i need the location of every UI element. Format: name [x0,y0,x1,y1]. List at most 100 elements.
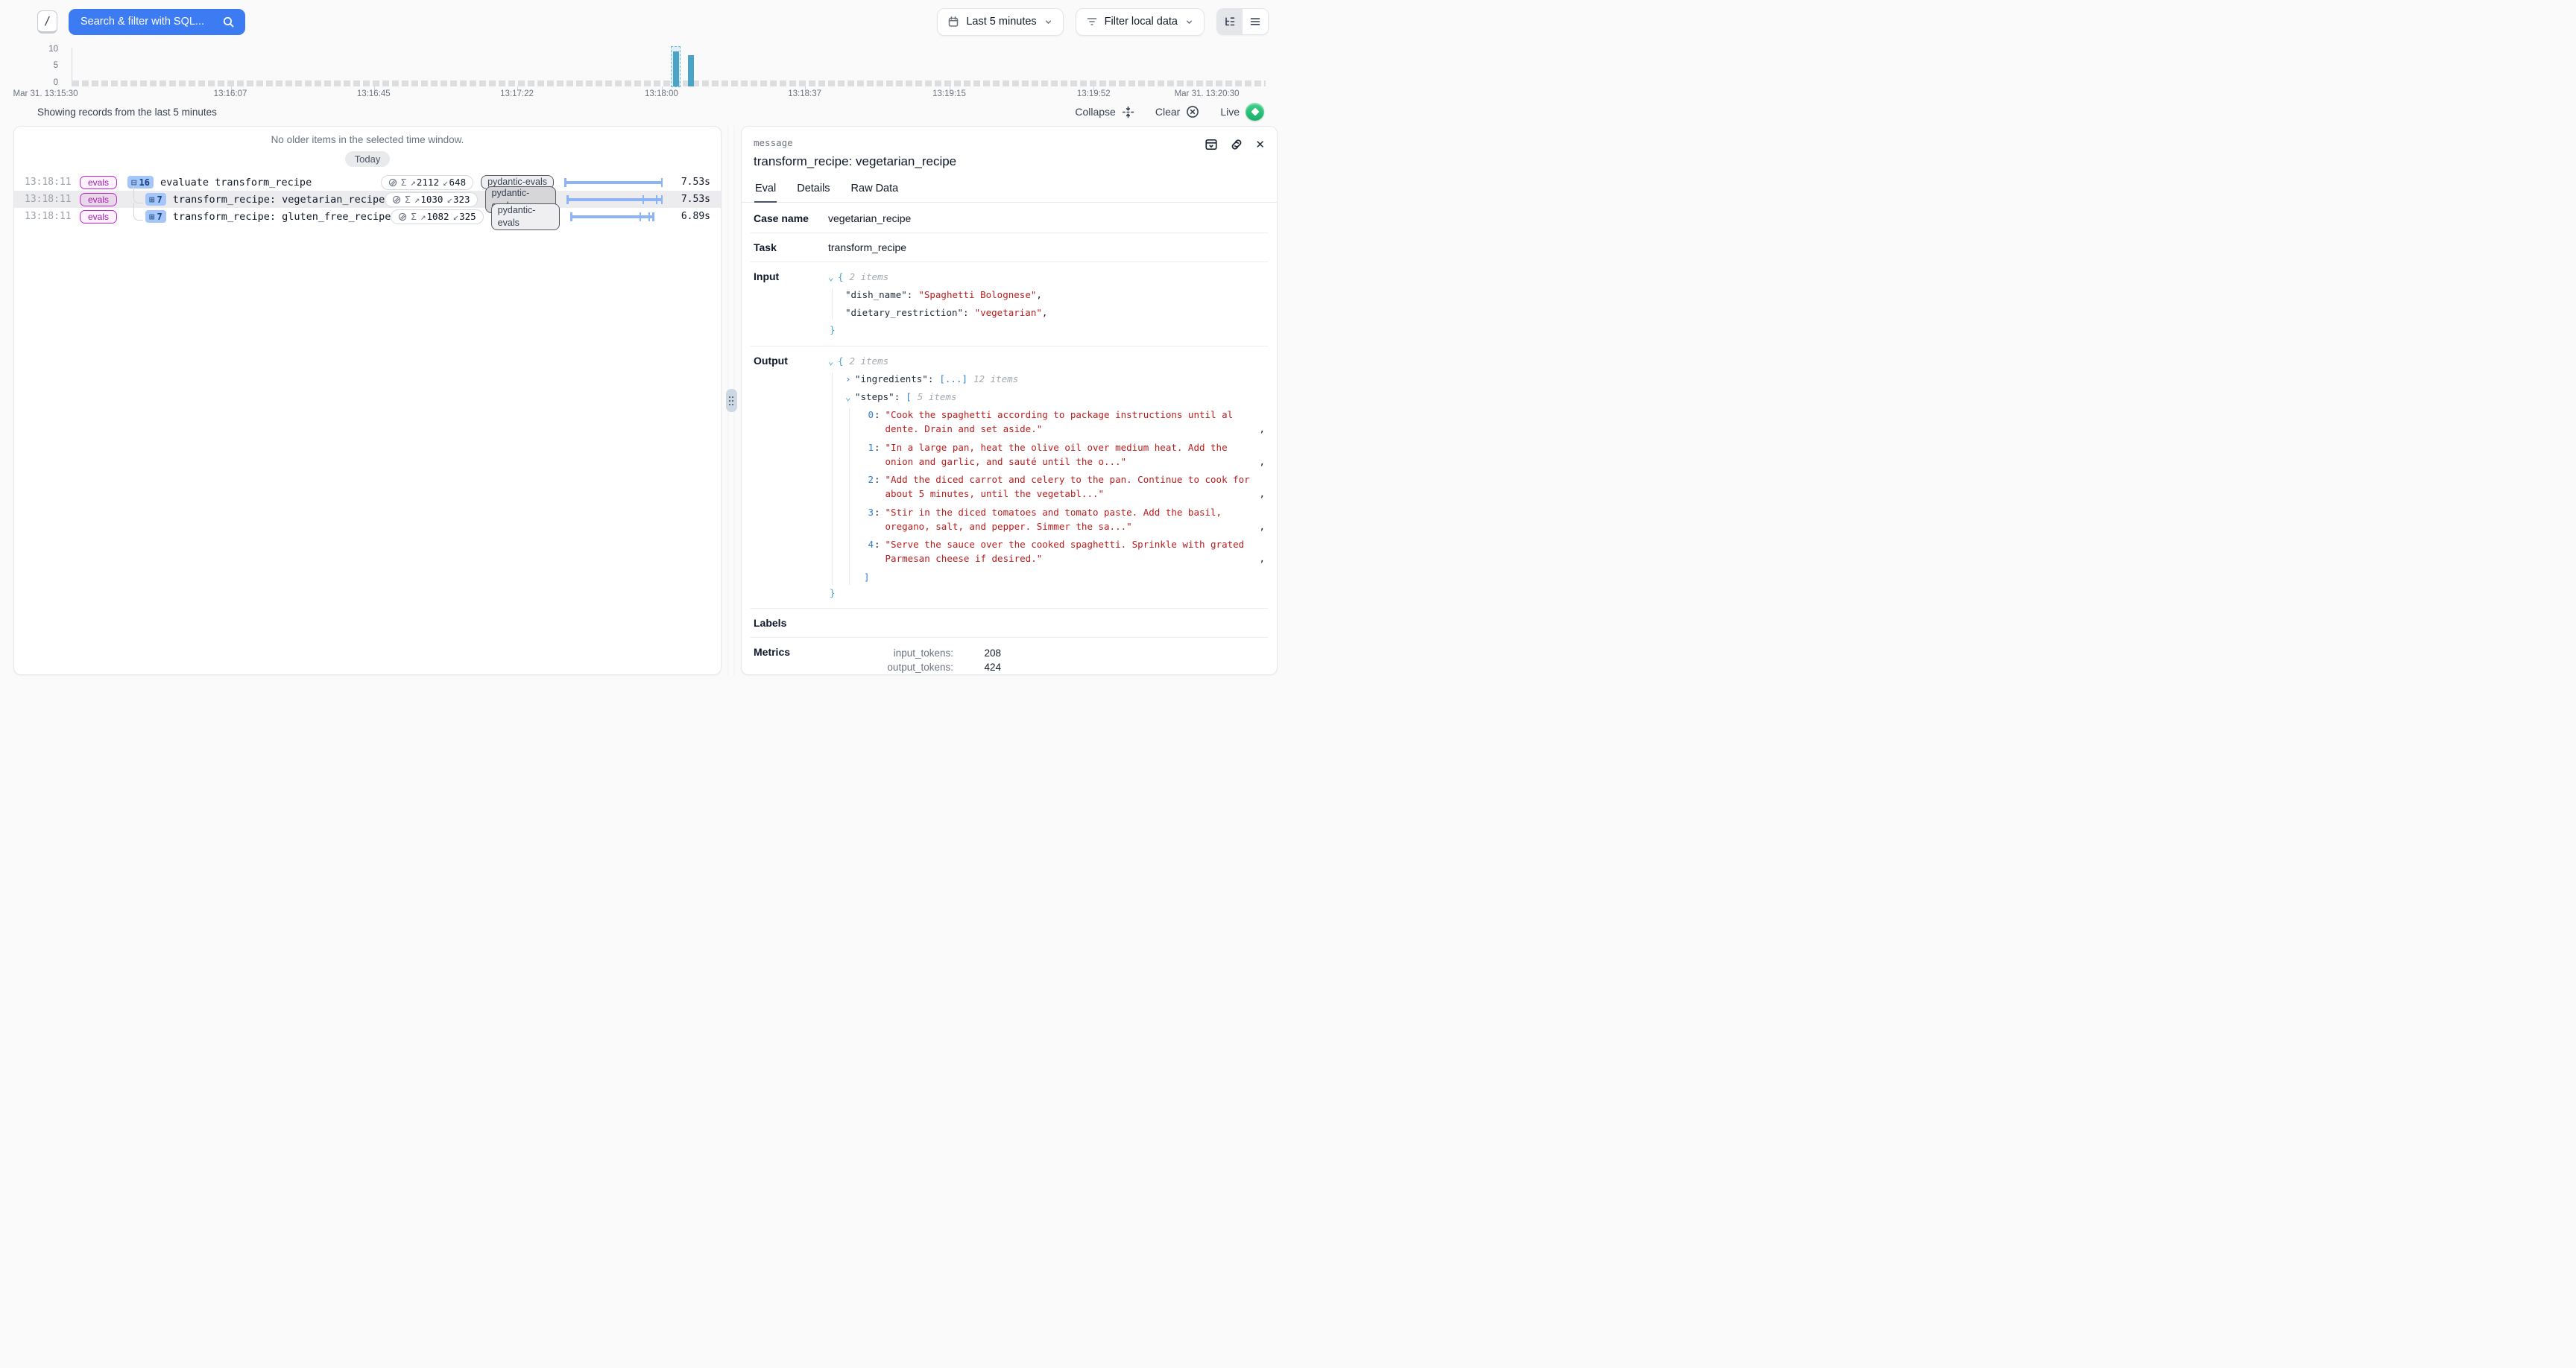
filter-local-data-dropdown[interactable]: Filter local data [1076,8,1205,36]
trace-rows: 13:18:11 evals ⊟ 16 evaluate transform_r… [14,174,721,225]
task-label: Task [754,241,828,253]
case-name-row: Case name vegetarian_recipe [751,204,1268,233]
histogram-bar[interactable] [688,55,694,86]
items-count-note: 5 items [918,391,957,402]
json-string-value: "vegetarian" [975,307,1042,318]
service-tag: evals [80,210,117,224]
json-key: "dish_name" [845,289,907,300]
chevron-down-icon [1184,17,1194,27]
input-row: Input ⌄{2 items "dish_name":"Spaghetti B… [751,262,1268,346]
trace-list-panel: No older items in the selected time wind… [13,126,722,675]
clear-button-label: Clear [1155,106,1180,118]
close-icon[interactable]: ✕ [1255,139,1265,151]
x-tick: 13:19:15 [932,89,966,98]
x-tick: Mar 31. 13:20:30 [1175,89,1240,98]
tab-raw-data[interactable]: Raw Data [850,177,900,203]
live-toggle-button[interactable]: Live [1220,103,1264,121]
clear-button[interactable]: Clear [1155,105,1199,118]
collapse-caret-icon[interactable]: ⌄ [828,270,838,285]
labels-label: Labels [754,617,828,629]
search-button[interactable]: Search & filter with SQL... [69,9,245,35]
dock-panel-icon[interactable] [1205,138,1218,151]
collapsed-array[interactable]: [...] [939,373,967,384]
json-string-value: "Spaghetti Bolognese" [918,289,1036,300]
status-bar: Showing records from the last 5 minutes … [0,100,1288,124]
copy-link-icon[interactable] [1230,138,1243,151]
case-name-label: Case name [754,212,828,224]
output-tokens: 325 [459,211,476,222]
tree-connector [133,186,143,203]
input-label: Input [754,270,828,282]
input-json-viewer: ⌄{2 items "dish_name":"Spaghetti Bologne… [828,270,1265,338]
x-tick: 13:16:07 [214,89,247,98]
empty-window-note: No older items in the selected time wind… [14,127,721,145]
clear-circle-x-icon [1186,105,1199,118]
service-tag: evals [80,193,117,206]
histogram-bar[interactable] [673,51,679,86]
y-tick: 10 [48,45,58,54]
list-view-button[interactable] [1243,9,1268,34]
input-tokens-arrow-icon: ↗ [420,211,426,222]
detail-tabs: Eval Details Raw Data [742,177,1277,203]
items-count-note: 12 items [973,373,1018,384]
task-row: Task transform_recipe [751,233,1268,262]
output-json-viewer: ⌄{2 items ›"ingredients":[...]12 items ⌄… [828,355,1265,600]
expand-caret-icon[interactable]: › [845,373,855,387]
child-count: 7 [157,212,162,222]
collapse-button[interactable]: Collapse [1075,106,1134,118]
plus-square-icon: ⊞ [149,211,155,222]
filter-icon [1086,16,1098,28]
view-toggle [1216,8,1269,35]
json-array-item: 3:"Stir in the diced tomatoes and tomato… [862,506,1265,534]
histogram-plot-area[interactable] [72,48,1266,86]
json-array-item: 0:"Cook the spaghetti according to packa… [862,408,1265,437]
list-view-icon [1249,16,1261,28]
json-array-item: 2:"Add the diced carrot and celery to th… [862,473,1265,501]
row-timestamp: 13:18:11 [25,194,71,205]
trace-row[interactable]: 13:18:11 evals ⊞ 7 transform_recipe: glu… [14,208,721,225]
row-timestamp: 13:18:11 [25,177,71,188]
detail-title: transform_recipe: vegetarian_recipe [754,154,1265,169]
filter-label: Filter local data [1105,16,1178,28]
panel-resize-handle[interactable] [726,389,737,412]
expand-children-badge[interactable]: ⊞ 7 [145,193,166,206]
collapse-caret-icon[interactable]: ⌄ [845,390,855,405]
y-tick: 5 [54,61,58,70]
json-key: "steps" [855,391,894,402]
sigma-icon: Σ [411,211,417,222]
collapse-caret-icon[interactable]: ⌄ [828,355,838,369]
span-name: evaluate transform_recipe [160,177,312,189]
json-key: "ingredients" [855,373,928,384]
tab-eval[interactable]: Eval [754,177,777,203]
main-content: No older items in the selected time wind… [0,124,1288,681]
zero-baseline [72,80,1266,86]
x-tick: 13:19:52 [1077,89,1111,98]
metrics-row: Metrics input_tokens:208 output_tokens:4… [751,638,1268,675]
time-range-dropdown[interactable]: Last 5 minutes [937,8,1063,36]
collapse-button-label: Collapse [1075,106,1115,118]
record-kind-label: message [754,137,1265,148]
items-count-note: 2 items [850,355,889,367]
duration-bar [564,177,663,188]
output-row: Output ⌄{2 items ›"ingredients":[...]12 … [751,346,1268,609]
x-tick: 13:16:45 [357,89,391,98]
expand-children-badge[interactable]: ⊞ 7 [145,210,166,223]
metric: requests:1 [828,674,1001,675]
json-array-item: 4:"Serve the sauce over the cooked spagh… [862,538,1265,566]
date-pill[interactable]: Today [345,151,391,167]
tab-details[interactable]: Details [796,177,830,203]
tree-connector [133,203,143,221]
labels-row: Labels [751,609,1268,638]
x-tick: 13:17:22 [500,89,534,98]
input-tokens: 1082 [426,211,449,222]
service-tag: evals [80,176,117,189]
detail-panel: message transform_recipe: vegetarian_rec… [741,126,1278,675]
panel-divider [722,126,741,675]
tree-view-button[interactable] [1217,9,1243,34]
live-button-label: Live [1220,106,1240,118]
y-tick: 0 [54,78,58,87]
records-histogram: 10 5 0 Mar 31. 13:15:30 13:16:07 13:16:4… [0,43,1288,100]
task-value: transform_recipe [828,241,906,253]
x-tick: 13:18:00 [645,89,678,98]
plus-square-icon: ⊞ [149,194,155,205]
